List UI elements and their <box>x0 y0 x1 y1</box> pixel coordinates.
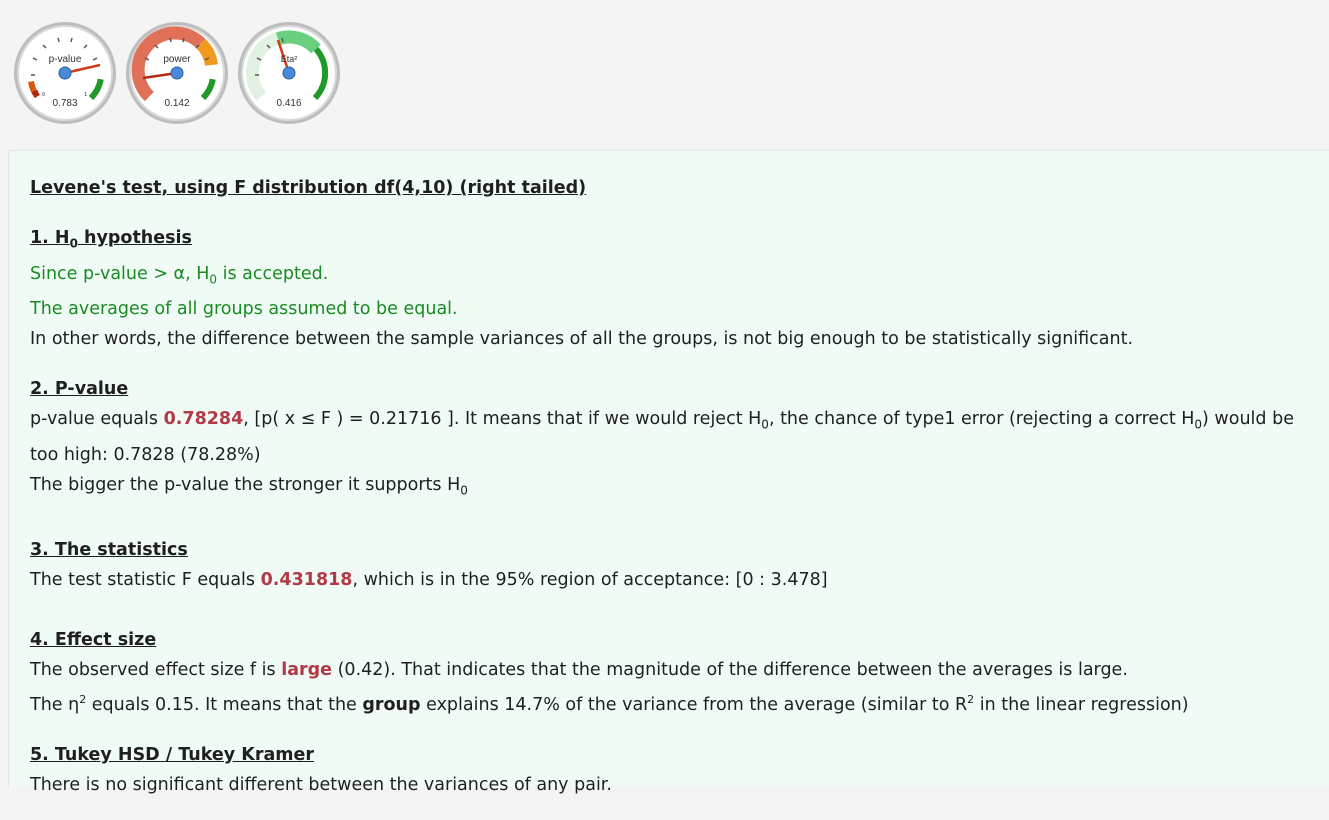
hypothesis-explanation: In other words, the difference between t… <box>30 329 1134 349</box>
p-value-gauge: p-value 0.783 0 1 <box>12 20 118 126</box>
hypothesis-result: Since p-value > α, H0 is accepted. <box>30 263 329 287</box>
results-panel: Levene's test, using F distribution df(4… <box>8 150 1329 795</box>
power-gauge-label: power <box>163 54 191 65</box>
report: Levene's test, using F distribution df(4… <box>30 173 1319 820</box>
effect-size-word: large <box>281 660 333 680</box>
section-hypothesis: 1. H0 hypothesis Since p-value > α, H0 i… <box>30 223 1319 354</box>
section-heading: 1. H0 hypothesis <box>30 228 192 251</box>
gauge-strip: p-value 0.783 0 1 power 0.142 Eta² 0.416 <box>0 0 1329 150</box>
section-heading: 4. Effect size <box>30 630 157 650</box>
eta-gauge-value: 0.416 <box>276 98 301 109</box>
scale-max: 1 <box>84 92 87 98</box>
section-heading: 3. The statistics <box>30 540 188 560</box>
p-value-text: p-value equals 0.78284, [p( x ≤ F ) = 0.… <box>30 409 1294 465</box>
section-effect-size: 4. Effect size The observed effect size … <box>30 625 1319 720</box>
p-value-number: 0.78284 <box>163 409 244 429</box>
p-value-gauge-value: 0.783 <box>52 98 77 109</box>
p-value-note: The bigger the p-value the stronger it s… <box>30 474 468 498</box>
section-heading: 5. Tukey HSD / Tukey Kramer <box>30 744 315 765</box>
f-statistic-number: 0.431818 <box>260 570 353 590</box>
tukey-text: There is no significant different betwee… <box>30 774 612 795</box>
section-heading: 2. P-value <box>30 379 129 399</box>
power-gauge-value: 0.142 <box>164 98 189 109</box>
eta-squared-text: The η2 equals 0.15. It means that the gr… <box>30 693 1189 715</box>
report-title: Levene's test, using F distribution df(4… <box>30 178 587 198</box>
section-tukey: 5. Tukey HSD / Tukey Kramer There is no … <box>30 740 1319 800</box>
power-gauge: power 0.142 <box>124 20 230 126</box>
effect-size-text: The observed effect size f is large (0.4… <box>30 660 1128 680</box>
hypothesis-averages: The averages of all groups assumed to be… <box>30 299 458 319</box>
section-statistics: 3. The statistics The test statistic F e… <box>30 535 1319 595</box>
eta-gauge: Eta² 0.416 <box>236 20 342 126</box>
eta-gauge-label: Eta² <box>281 54 298 64</box>
p-value-gauge-label: p-value <box>49 54 82 65</box>
section-p-value: 2. P-value p-value equals 0.78284, [p( x… <box>30 374 1319 505</box>
scale-min: 0 <box>42 92 45 98</box>
statistic-text: The test statistic F equals 0.431818, wh… <box>30 570 828 590</box>
